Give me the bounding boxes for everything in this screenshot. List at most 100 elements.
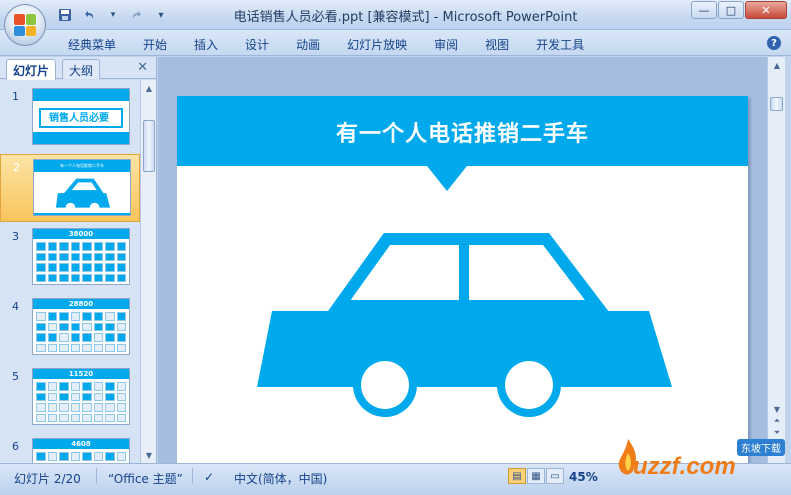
previous-slide-icon[interactable]: ⏶ [769, 415, 785, 427]
slide-number: 1 [12, 90, 19, 103]
tab-review[interactable]: 审阅 [434, 36, 458, 53]
title-bar: ▾ ▾ 电话销售人员必看.ppt [兼容模式] - Microsoft Powe… [0, 0, 791, 30]
thumb-cell [59, 242, 69, 251]
thumb-cell [36, 252, 46, 261]
maximize-button[interactable]: □ [718, 1, 744, 19]
thumb-cell [47, 343, 57, 352]
thumb-cell [59, 392, 69, 401]
slide-preview: 28800 [32, 298, 130, 355]
thumb-cell [105, 333, 115, 342]
thumb-cell [70, 382, 80, 391]
tab-animations[interactable]: 动画 [296, 36, 320, 53]
thumb-cell [70, 242, 80, 251]
tab-developer[interactable]: 开发工具 [536, 36, 584, 53]
tab-design[interactable]: 设计 [245, 36, 269, 53]
thumb-cell [116, 242, 126, 251]
tab-insert[interactable]: 插入 [194, 36, 218, 53]
thumb-cell [105, 322, 115, 331]
normal-view-icon[interactable]: ▤ [508, 468, 526, 484]
slide-thumbnail-4[interactable]: 4 28800 [0, 294, 140, 362]
thumb-cell [59, 322, 69, 331]
window-title: 电话销售人员必看.ppt [兼容模式] - Microsoft PowerPoi… [233, 10, 578, 25]
thumb-cell [116, 343, 126, 352]
tab-home[interactable]: 开始 [143, 36, 167, 53]
slide-number: 5 [12, 370, 19, 383]
scrollbar-thumb[interactable] [770, 97, 783, 111]
thumb-cell [59, 452, 69, 461]
slide-thumbnail-5[interactable]: 5 11520 [0, 364, 140, 432]
thumb-cell [47, 413, 57, 422]
thumb-cell [93, 252, 103, 261]
thumb-cell [105, 273, 115, 282]
thumb-cell [105, 312, 115, 321]
slide-thumbnail-6[interactable]: 6 4608 [0, 434, 140, 463]
editor-scrollbar[interactable]: ▲ ▼ ⏶ ⏷ [767, 57, 785, 463]
scroll-down-icon[interactable]: ▼ [141, 447, 157, 463]
slide-thumbnail-2[interactable]: 2 有一个人电话推销二手车 [0, 154, 140, 222]
slideshow-icon[interactable]: ▭ [546, 468, 564, 484]
spellcheck-icon[interactable]: ✓ [204, 470, 214, 484]
thumb-caption: 28800 [68, 300, 94, 308]
tab-view[interactable]: 视图 [485, 36, 509, 53]
thumb-cell [93, 333, 103, 342]
watermark-text: uzzf.com [633, 453, 736, 480]
thumb-cell [36, 452, 46, 461]
thumb-cell [47, 392, 57, 401]
close-button[interactable]: ✕ [745, 1, 787, 19]
thumb-cell [82, 413, 92, 422]
language-indicator[interactable]: 中文(简体，中国) [234, 470, 327, 487]
thumb-cell [116, 382, 126, 391]
tab-slideshow[interactable]: 幻灯片放映 [347, 36, 407, 53]
thumbnail-scrollbar[interactable]: ▲ ▼ [140, 80, 156, 463]
thumb-cell [70, 273, 80, 282]
thumb-cell [116, 322, 126, 331]
slide-number: 4 [12, 300, 19, 313]
tab-classic-menu[interactable]: 经典菜单 [68, 36, 116, 53]
thumb-cell [105, 382, 115, 391]
slide-counter: 幻灯片 2/20 [14, 472, 81, 486]
slide-preview: 11520 [32, 368, 130, 425]
scroll-up-icon[interactable]: ▲ [141, 80, 157, 96]
ribbon-tab-bar: 经典菜单 开始 插入 设计 动画 幻灯片放映 审阅 视图 开发工具 ? [0, 30, 791, 56]
tab-slides[interactable]: 幻灯片 [6, 59, 57, 80]
current-slide[interactable]: 有一个人电话推销二手车 [177, 96, 748, 475]
thumb-cell [47, 242, 57, 251]
thumb-cell [59, 312, 69, 321]
scrollbar-thumb[interactable] [143, 120, 155, 172]
thumb-cell [59, 382, 69, 391]
thumb-cell [36, 413, 46, 422]
thumb-cell [59, 333, 69, 342]
thumb-cell [59, 273, 69, 282]
thumb-cell [36, 403, 46, 412]
slide-editing-area: 有一个人电话推销二手车 [158, 57, 767, 475]
minimize-button[interactable]: — [691, 1, 717, 19]
office-logo-icon [14, 14, 36, 36]
thumb-cell [82, 452, 92, 461]
car-illustration[interactable] [177, 96, 748, 475]
scroll-down-icon[interactable]: ▼ [769, 403, 785, 415]
slide-thumbnail-3[interactable]: 3 38000 [0, 224, 140, 292]
thumb-cell [70, 263, 80, 272]
slide-sorter-icon[interactable]: ▦ [527, 468, 545, 484]
office-button[interactable] [4, 4, 46, 46]
thumb-cell [36, 273, 46, 282]
thumb-cell [47, 403, 57, 412]
scroll-up-icon[interactable]: ▲ [769, 59, 785, 71]
thumb-cell [82, 263, 92, 272]
thumb-cell [70, 452, 80, 461]
slide-number: 6 [12, 440, 19, 453]
thumb-cell [36, 382, 46, 391]
slide-thumbnail-1[interactable]: 1 销售人员必要 [0, 84, 140, 152]
close-pane-icon[interactable]: ✕ [137, 60, 148, 75]
thumb-cell [36, 263, 46, 272]
help-icon[interactable]: ? [767, 36, 781, 50]
thumb-cell [82, 343, 92, 352]
thumb-cell [59, 343, 69, 352]
thumb-cell [47, 333, 57, 342]
zoom-level[interactable]: 45% [569, 470, 598, 484]
thumb-cell [36, 392, 46, 401]
thumb-cell [82, 382, 92, 391]
thumb-cell [82, 403, 92, 412]
thumb-cell [70, 312, 80, 321]
tab-outline[interactable]: 大纲 [62, 59, 101, 79]
